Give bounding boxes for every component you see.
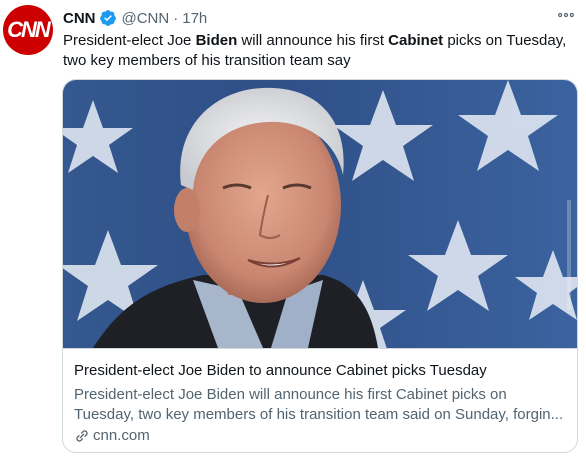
card-photo-illustration bbox=[63, 80, 577, 348]
author-name[interactable]: CNN bbox=[63, 10, 96, 27]
avatar[interactable]: CNN bbox=[3, 5, 53, 55]
card-image[interactable] bbox=[63, 80, 577, 348]
avatar-logo-text: CNN bbox=[7, 17, 51, 42]
tweet-header: CNN @CNN · 17h bbox=[63, 8, 576, 28]
card-meta[interactable]: President-elect Joe Biden to announce Ca… bbox=[63, 348, 577, 452]
tweet-text-bold-biden: Biden bbox=[195, 32, 238, 49]
card-description: President-elect Joe Biden will announce … bbox=[74, 386, 564, 423]
link-icon bbox=[76, 429, 88, 442]
tweet-text-part: President-elect Joe bbox=[63, 32, 196, 49]
verified-badge-icon bbox=[99, 10, 116, 26]
card-title[interactable]: President-elect Joe Biden to announce Ca… bbox=[74, 362, 487, 379]
tweet-timestamp[interactable]: 17h bbox=[182, 10, 207, 27]
tweet-text-bold-cabinet: Cabinet bbox=[388, 32, 444, 49]
author-handle[interactable]: @CNN bbox=[122, 10, 170, 27]
tweet-text-part: will announce his first bbox=[237, 32, 389, 49]
card-domain[interactable]: cnn.com bbox=[74, 427, 150, 444]
link-card[interactable]: President-elect Joe Biden to announce Ca… bbox=[62, 79, 578, 453]
photo-credit-watermark bbox=[567, 200, 571, 310]
card-domain-text: cnn.com bbox=[93, 427, 150, 444]
separator-dot: · bbox=[173, 9, 179, 27]
more-icon[interactable] bbox=[556, 5, 576, 25]
tweet-text: President-elect Joe Biden will announce … bbox=[63, 31, 568, 71]
